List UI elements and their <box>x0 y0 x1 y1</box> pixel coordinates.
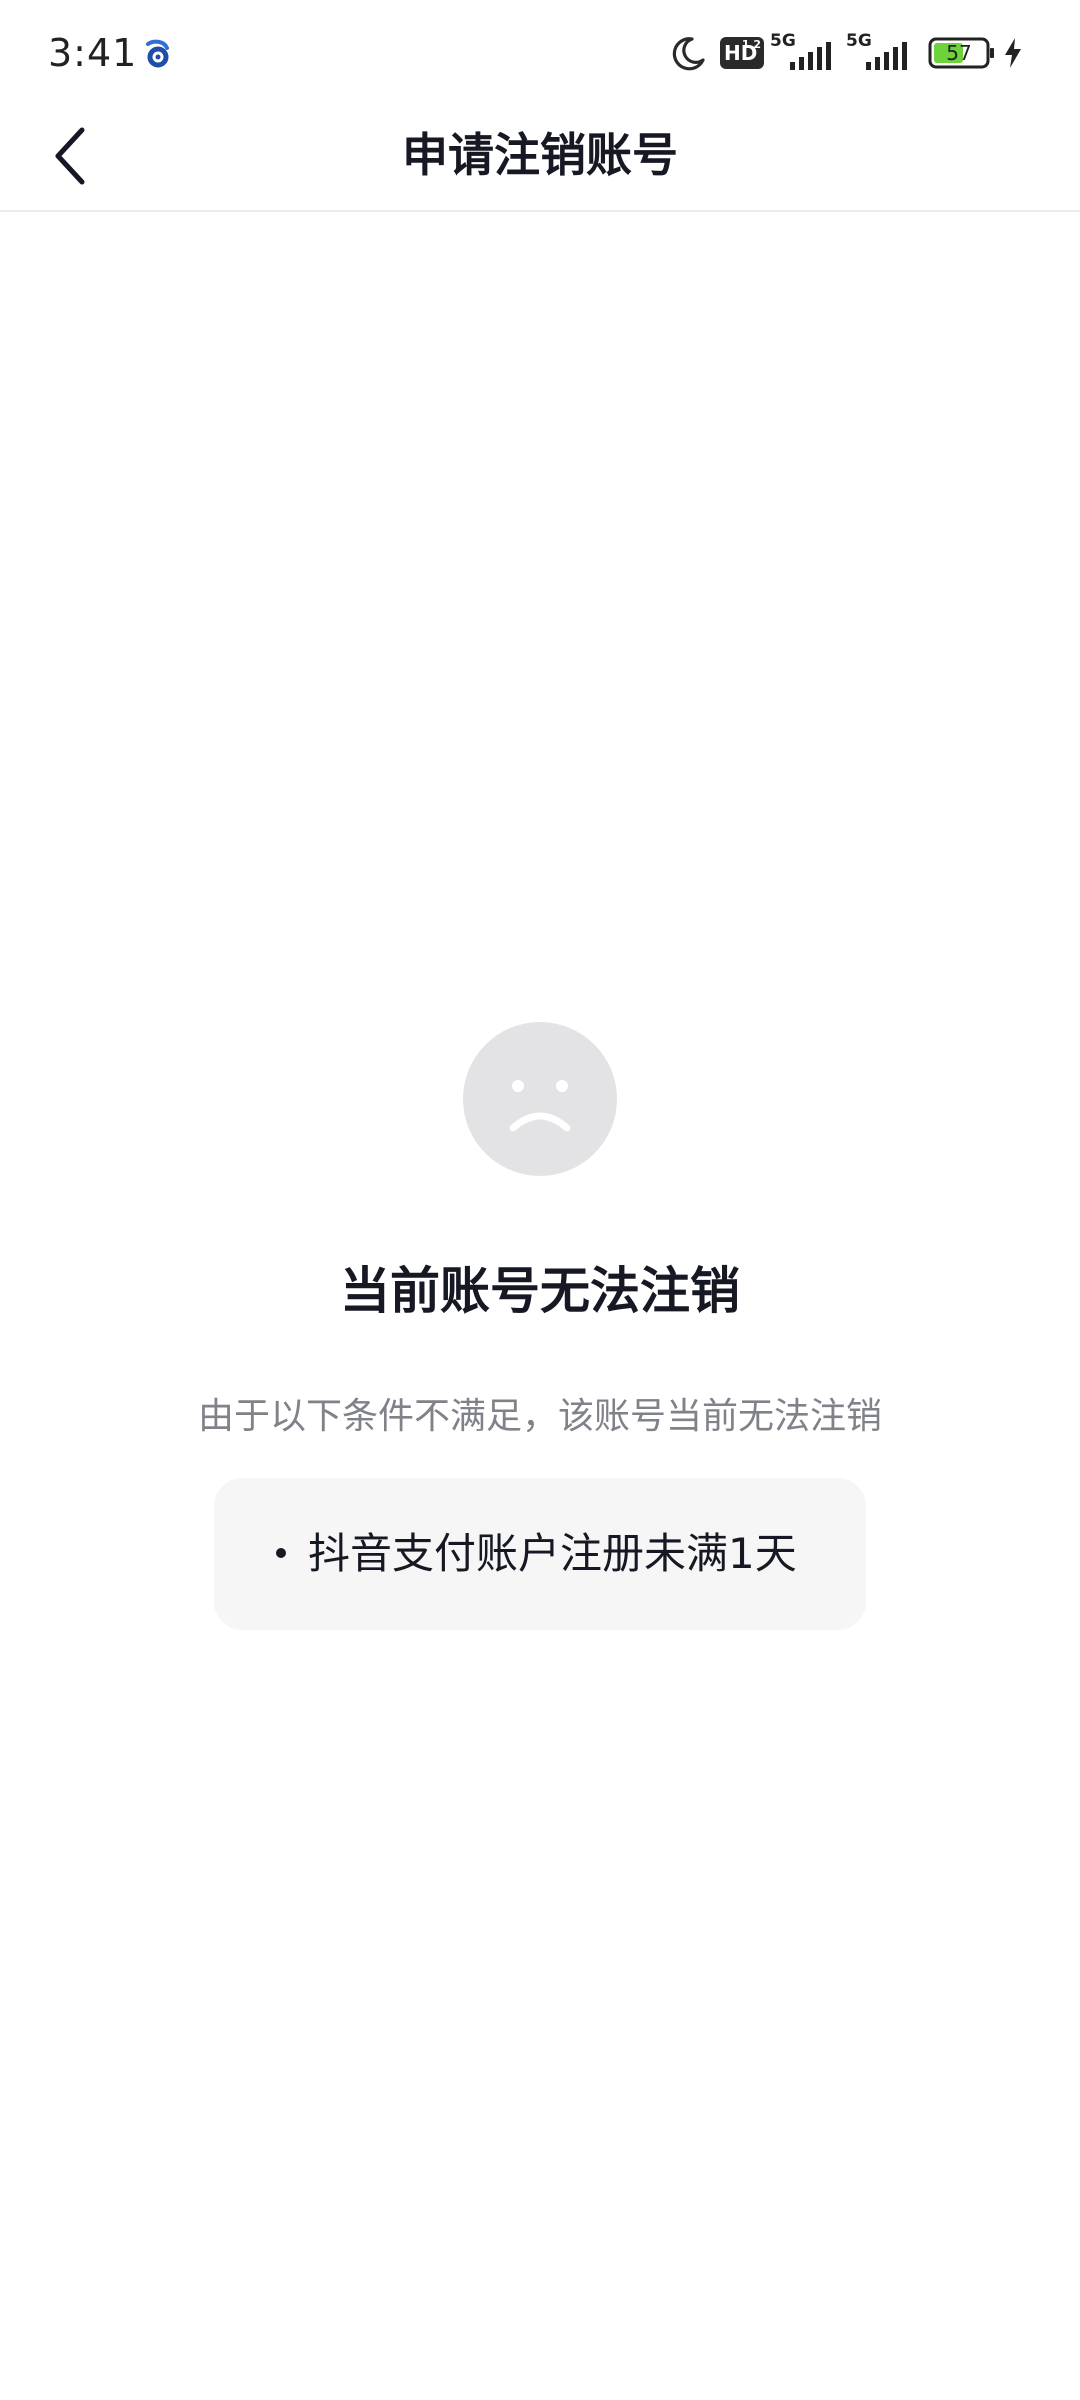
status-bar: 3:41 HD 1 2 5G 5G 57 <box>0 0 1080 100</box>
app-notification-icon <box>146 39 169 68</box>
hd-sub-label: 1 2 <box>741 38 761 51</box>
signal-icon-sim2: 5G <box>846 32 912 74</box>
screen: 3:41 HD 1 2 5G 5G 57 申请注销账号 当前账号无法注销 由于以… <box>0 0 1080 2400</box>
status-time: 3:41 <box>48 31 138 75</box>
headline: 当前账号无法注销 <box>340 1262 740 1320</box>
signal-bars-icon <box>790 42 831 70</box>
condition-card: 抖音支付账户注册未满1天 <box>214 1478 866 1630</box>
sad-face-icon <box>463 1022 617 1176</box>
signal-bars-icon <box>866 42 907 70</box>
condition-item: 抖音支付账户注册未满1天 <box>276 1478 797 1630</box>
page-title: 申请注销账号 <box>402 128 678 182</box>
condition-text: 抖音支付账户注册未满1天 <box>308 1529 797 1578</box>
charging-icon <box>1005 38 1021 68</box>
hd-voice-icon: HD 1 2 <box>720 37 764 69</box>
bullet-dot <box>276 1547 286 1558</box>
moon-icon <box>672 37 705 71</box>
reason-text: 由于以下条件不满足，该账号当前无法注销 <box>197 1396 882 1437</box>
signal-icon-sim1: 5G <box>770 32 836 74</box>
battery-level: 57 <box>946 41 972 65</box>
nav-bar: 申请注销账号 <box>0 100 1080 212</box>
